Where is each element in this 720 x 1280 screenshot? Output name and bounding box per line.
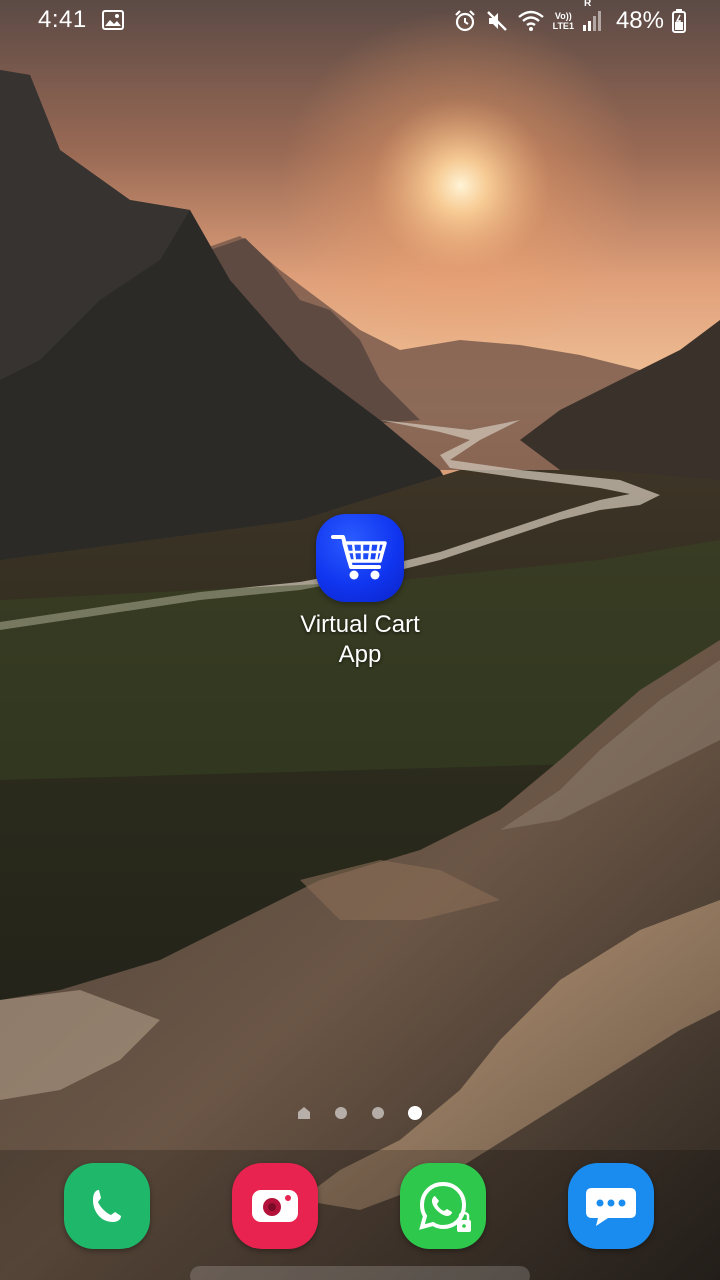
- messages-icon: [586, 1188, 636, 1226]
- whatsapp-icon: [419, 1181, 471, 1232]
- battery-charging-icon: [672, 9, 686, 33]
- shopping-cart-icon: [331, 535, 387, 580]
- home-page-icon[interactable]: [297, 1106, 311, 1120]
- phone-app[interactable]: [64, 1163, 150, 1249]
- signal-icon: R: [582, 0, 604, 32]
- camera-app[interactable]: [232, 1163, 318, 1249]
- home-screen: 4:41 Vo)) LTE1 R 48% Virtual Cart App: [0, 0, 720, 1280]
- status-time: 4:41: [38, 6, 87, 33]
- virtual-cart-app[interactable]: Virtual Cart App: [280, 514, 440, 670]
- page-dot-active[interactable]: [408, 1106, 422, 1120]
- messages-app[interactable]: [568, 1163, 654, 1249]
- battery-percentage: 48%: [615, 7, 664, 34]
- page-dot[interactable]: [335, 1107, 347, 1119]
- mute-icon: [486, 11, 507, 31]
- alarm-icon: [454, 10, 475, 32]
- navigation-handle[interactable]: [190, 1266, 530, 1280]
- page-indicator[interactable]: [0, 1104, 720, 1124]
- wifi-icon: [517, 10, 544, 31]
- volte-icon: Vo)) LTE1: [552, 11, 574, 31]
- camera-icon: [252, 1190, 298, 1222]
- status-bar: 4:41 Vo)) LTE1 R 48%: [0, 0, 720, 42]
- app-label: Virtual Cart App: [300, 611, 420, 668]
- page-dot[interactable]: [372, 1107, 384, 1119]
- status-icons: Vo)) LTE1 R 48%: [453, 0, 686, 36]
- app-icon-tile[interactable]: [316, 514, 404, 602]
- whatsapp-app[interactable]: [400, 1163, 486, 1249]
- phone-icon: [93, 1190, 121, 1222]
- gallery-icon: [102, 10, 124, 30]
